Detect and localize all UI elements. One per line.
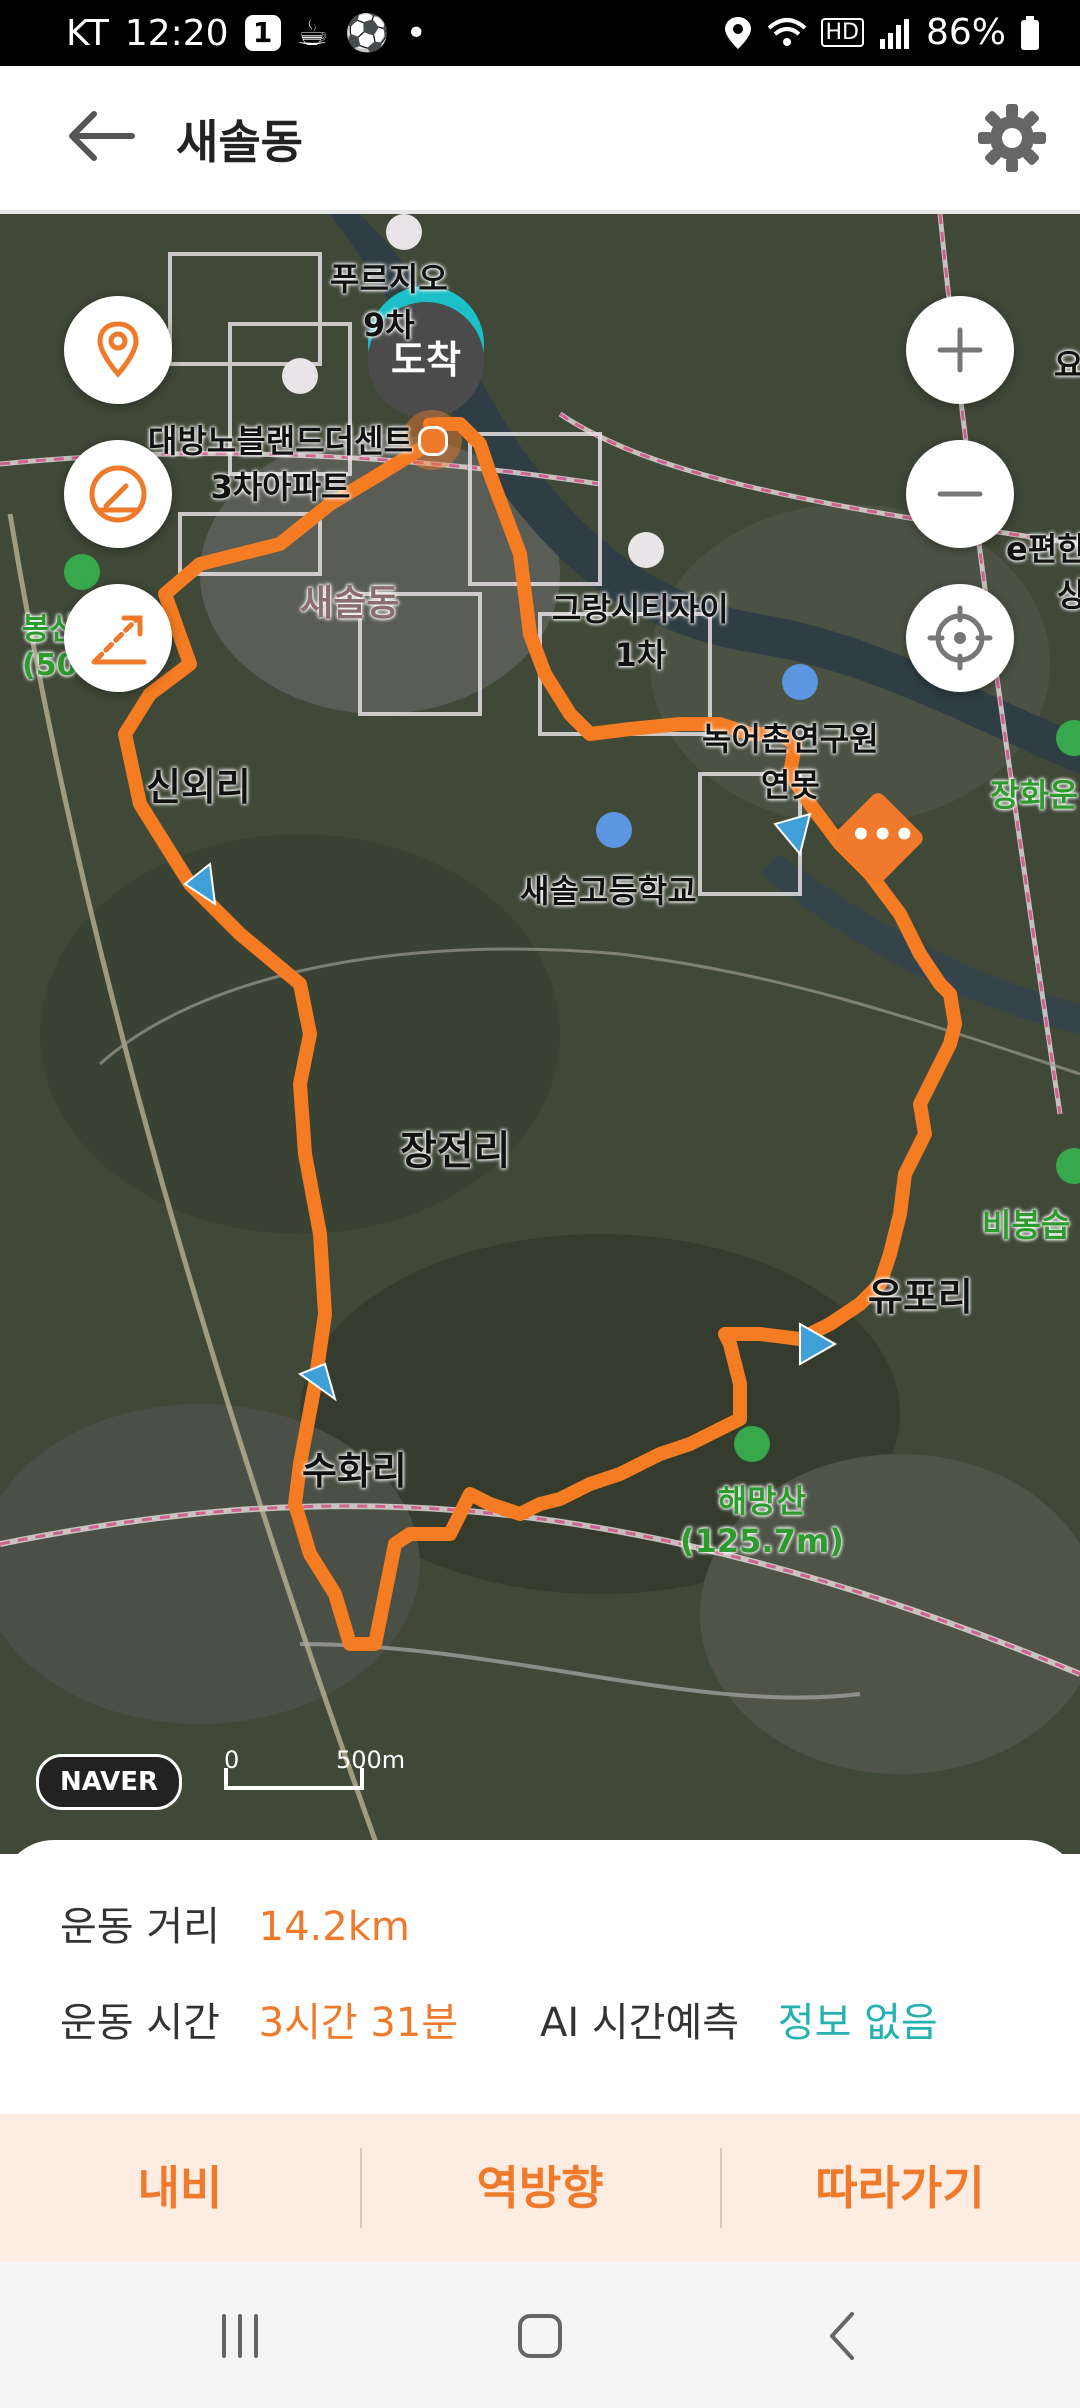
- action-bar: 내비 역방향 따라가기: [0, 2114, 1080, 2262]
- clock: 12:20: [124, 12, 229, 54]
- lab-poi-icon: [782, 664, 818, 700]
- label-purgio: 푸르지오 9차: [330, 260, 448, 344]
- label-yo: 요: [1054, 346, 1080, 384]
- label-bibong: 비봉습: [982, 1206, 1071, 1244]
- naver-logo: NAVER: [36, 1754, 182, 1810]
- dot-icon: •: [405, 12, 427, 54]
- battery-icon: [1021, 15, 1039, 50]
- map-scale: 0 500m: [222, 1746, 405, 1796]
- label-nongeochon: 녹어촌연구원 연못: [702, 720, 879, 804]
- time-label: 운동 시간: [60, 2000, 220, 2046]
- speedometer-icon: [89, 465, 147, 523]
- home-icon[interactable]: [510, 2306, 570, 2366]
- signal-icon: [879, 18, 909, 49]
- app-header: 새솔동: [0, 66, 1080, 214]
- follow-button[interactable]: 따라가기: [720, 2114, 1080, 2262]
- building-poi-icon-3: [386, 214, 422, 250]
- crosshair-icon: [927, 605, 993, 671]
- cup-icon: ☕: [296, 12, 329, 54]
- carrier-label: KT: [66, 12, 109, 54]
- plus-icon: [937, 327, 983, 373]
- label-school: 새솔고등학교: [520, 872, 697, 910]
- slope-icon: [91, 615, 147, 665]
- my-location-button[interactable]: [906, 584, 1014, 692]
- back-arrow-icon[interactable]: [60, 106, 140, 166]
- label-saesol-dong: 새솔동: [300, 583, 400, 624]
- shoe-icon: ⚽: [344, 13, 390, 54]
- time-row: 운동 시간 3시간 31분: [60, 1990, 458, 2048]
- back-icon[interactable]: [814, 2306, 874, 2366]
- map-pin-icon: [97, 321, 139, 378]
- gear-icon[interactable]: [974, 100, 1050, 176]
- school-poi-icon: [596, 812, 632, 848]
- label-sinoeri: 신외리: [146, 765, 251, 809]
- label-suhwari: 수화리: [302, 1449, 407, 1493]
- wifi-icon: [767, 17, 806, 46]
- mountain-poi-icon: [734, 1426, 770, 1462]
- building-poi-icon-2: [628, 532, 664, 568]
- status-bar: KT 12:20 1 ☕ ⚽ • HD 86%: [0, 0, 1080, 66]
- notification-badge: 1: [244, 15, 281, 51]
- map-view[interactable]: 도착 ••• 푸르지오 9차 대방노블랜드더센트 3차아파트 새솔동 봉산 (5…: [0, 214, 1080, 1854]
- label-epyeon: e편한 상: [1006, 530, 1080, 614]
- time-value: 3시간 31분: [258, 2000, 459, 2046]
- system-nav-bar: [0, 2262, 1080, 2408]
- label-upori: 유포리: [868, 1275, 973, 1319]
- speed-gauge-button[interactable]: [64, 440, 172, 548]
- distance-value: 14.2km: [258, 1904, 410, 1950]
- battery-level: 86%: [925, 12, 1006, 53]
- reverse-button[interactable]: 역방향: [360, 2114, 720, 2262]
- elevation-button[interactable]: [64, 584, 172, 692]
- distance-row: 운동 거리 14.2km: [60, 1894, 410, 1952]
- building-poi-icon: [282, 358, 318, 394]
- hd-icon: HD: [820, 18, 864, 47]
- distance-label: 운동 거리: [60, 1904, 220, 1950]
- location-pin-button[interactable]: [64, 296, 172, 404]
- label-jangjeonri: 장전리: [400, 1128, 511, 1174]
- label-jangwha: 장화운: [990, 776, 1079, 814]
- label-daebang: 대방노블랜드더센트 3차아파트: [148, 422, 413, 506]
- location-icon: [724, 16, 751, 49]
- zoom-out-button[interactable]: [906, 440, 1014, 548]
- label-haemangsan: 해망산 (125.7m): [680, 1482, 844, 1560]
- zoom-in-button[interactable]: [906, 296, 1014, 404]
- ai-label: AI 시간예측: [540, 2000, 740, 2046]
- current-position-dot: [418, 426, 448, 456]
- label-grang-city: 그랑시티자이 1차: [552, 590, 729, 674]
- waypoint-menu-dots: •••: [850, 815, 916, 855]
- scale-label: 500m: [336, 1746, 406, 1774]
- ai-prediction-row: AI 시간예측 정보 없음: [540, 1990, 938, 2048]
- minus-icon: [937, 491, 983, 497]
- page-title: 새솔동: [176, 115, 303, 169]
- recent-apps-icon[interactable]: [210, 2306, 270, 2366]
- scale-zero: 0: [224, 1746, 240, 1774]
- ai-value: 정보 없음: [777, 2000, 938, 2046]
- navi-button[interactable]: 내비: [0, 2114, 360, 2262]
